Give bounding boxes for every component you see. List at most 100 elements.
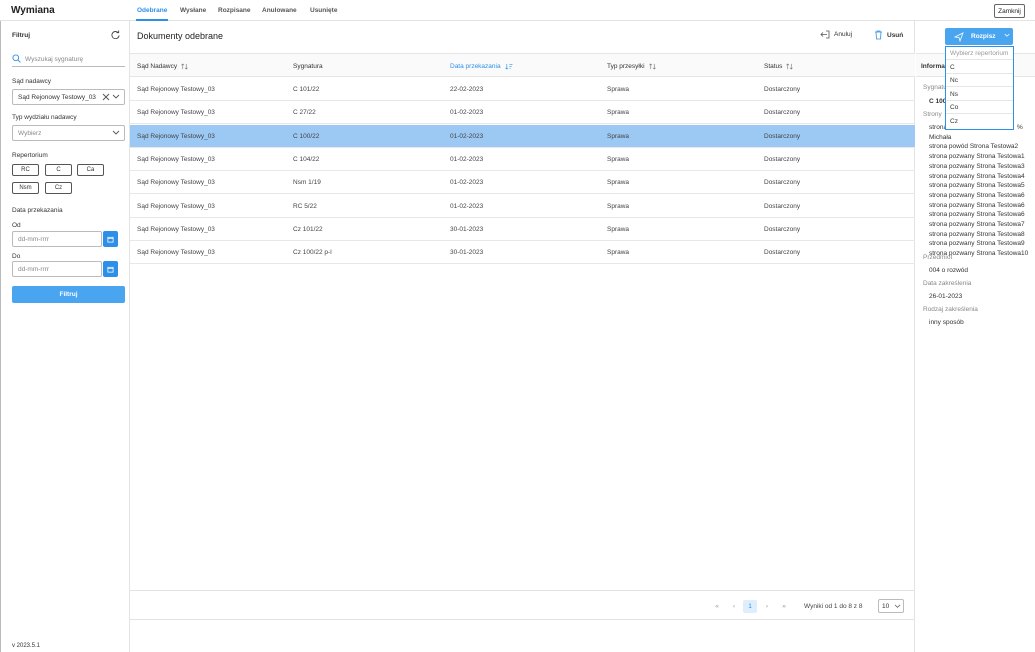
table-row[interactable]: Sąd Rejonowy Testowy_03 C 101/22 22-02-202…	[130, 78, 915, 101]
to-date-input[interactable]: dd-mm-rrrr	[12, 261, 102, 277]
chevron-down-icon	[1004, 33, 1010, 40]
delete-button[interactable]: Usuń	[874, 30, 903, 40]
dropdown-item-cz[interactable]: Cz	[946, 115, 1013, 128]
party-item: strona pozwany Strona Testowa6	[929, 211, 1025, 219]
page-1-button[interactable]: 1	[743, 600, 757, 613]
dropdown-header: Wybierz repertorium	[946, 47, 1013, 60]
info-title: Informa	[921, 63, 945, 70]
filter-title: Filtruj	[12, 32, 31, 39]
column-header-type[interactable]: Typ przesyłki	[607, 63, 656, 70]
tab-wyslane[interactable]: Wysłane	[180, 7, 206, 14]
from-label: Od	[12, 222, 21, 229]
from-calendar-button[interactable]	[103, 231, 118, 247]
party-item: strona pozwany Strona Testowa5	[929, 182, 1025, 190]
clear-icon[interactable]	[102, 93, 110, 103]
table-row[interactable]: Sąd Rejonowy Testowy_03 Cz 101/22 30-01-20…	[130, 218, 915, 241]
table-cell: Dostarczony	[764, 225, 801, 233]
table-cell: Sprawa	[607, 155, 630, 163]
signature-value: C 100	[929, 98, 947, 105]
table-cell: 22-02-2023	[450, 86, 484, 93]
party-item: strona powód Strona Testowa2	[929, 143, 1019, 151]
date-marked-value: 26-01-2023	[929, 293, 963, 300]
to-calendar-button[interactable]	[103, 261, 118, 277]
table-cell: 01-02-2023	[450, 109, 484, 117]
from-date-input[interactable]: dd-mm-rrrr	[12, 231, 102, 247]
table-row[interactable]: Sąd Rejonowy Testowy_03 C 27/22 01-02-2023…	[130, 101, 915, 125]
dept-label: Typ wydziału nadawcy	[12, 114, 77, 121]
party-item: strona pozwany Strona Testowa6	[929, 201, 1025, 209]
table-cell: C 101/22	[293, 86, 320, 93]
court-select[interactable]: Sąd Rejonowy Testowy_03	[12, 89, 125, 105]
table-cell: Sprawa	[607, 179, 630, 187]
party-item: strona pozwany Strona Testowa8	[929, 230, 1025, 238]
search-field[interactable]: Wyszukaj sygnaturę	[12, 53, 125, 67]
prev-page-button[interactable]: ‹	[727, 600, 741, 613]
table-cell: Dostarczony	[764, 132, 801, 140]
dropdown-item-co[interactable]: Co	[946, 101, 1013, 114]
tab-anulowane[interactable]: Anulowane	[262, 7, 297, 14]
column-header-court[interactable]: Sąd Nadawcy	[137, 63, 188, 70]
documents-panel: Dokumenty odebrane Anuluj Usuń Sąd Nadaw…	[130, 21, 915, 652]
tab-rozpisane[interactable]: Rozpisane	[218, 7, 251, 14]
split-label: Rozpisz	[971, 33, 996, 40]
table-row[interactable]: Sąd Rejonowy Testowy_03 Nsm 1/19 01-02-202…	[130, 171, 915, 195]
party-item: strona pozwany Strona Testowa4	[929, 172, 1025, 180]
chip-nsm[interactable]: Nsm	[12, 182, 39, 194]
tab-usuniete[interactable]: Usunięte	[310, 7, 337, 14]
refresh-icon[interactable]	[111, 30, 120, 41]
chip-cz[interactable]: Cz	[45, 182, 72, 194]
from-date-placeholder: dd-mm-rrrr	[18, 235, 50, 243]
chevron-down-icon	[894, 604, 901, 611]
party-suffix: %	[1017, 124, 1023, 131]
table-row[interactable]: Sąd Rejonowy Testowy_03 C 104/22 01-02-202…	[130, 148, 915, 171]
table-cell: Sąd Rejonowy Testowy_03	[137, 179, 215, 187]
column-header-status[interactable]: Status	[764, 63, 794, 70]
table-cell: Dostarczony	[764, 109, 801, 117]
dropdown-item-ns[interactable]: Ns	[946, 88, 1013, 101]
table-cell: 01-02-2023	[450, 179, 484, 187]
dropdown-item-nc[interactable]: Nc	[946, 74, 1013, 87]
close-button[interactable]: Zamknij	[994, 4, 1025, 18]
calendar-icon	[107, 266, 114, 273]
cancel-button[interactable]: Anuluj	[820, 30, 852, 39]
calendar-icon	[107, 236, 114, 243]
parties-label: Strony	[923, 111, 942, 118]
chip-c[interactable]: C	[45, 164, 72, 176]
table-cell: Sąd Rejonowy Testowy_03	[137, 155, 215, 163]
table-cell: Dostarczony	[764, 179, 801, 187]
table-cell: Sprawa	[607, 109, 630, 117]
chip-rc[interactable]: RC	[12, 164, 39, 176]
table-row[interactable]: Sąd Rejonowy Testowy_03 Cz 100/22 p-l 30-0…	[130, 241, 915, 265]
dept-select[interactable]: Wybierz	[12, 125, 125, 141]
table-cell: C 27/22	[293, 109, 316, 117]
last-page-button[interactable]: »	[777, 600, 791, 613]
table-cell: Sprawa	[607, 249, 630, 257]
filter-button[interactable]: Filtruj	[12, 286, 125, 303]
column-header-signature[interactable]: Sygnatura	[293, 63, 323, 70]
table-row[interactable]: Sąd Rejonowy Testowy_03 RC 5/22 01-02-2023…	[130, 195, 915, 218]
to-date-placeholder: dd-mm-rrrr	[18, 265, 50, 273]
court-value: Sąd Rejonowy Testowy_03	[18, 93, 96, 101]
chip-ca[interactable]: Ca	[77, 164, 104, 176]
party-item: Michała	[929, 133, 952, 141]
party-item: strona pozwany Strona Testowa6	[929, 191, 1025, 199]
split-button[interactable]: Rozpisz	[945, 28, 1013, 45]
kind-label: Rodzaj zakreślenia	[923, 306, 978, 313]
sort-desc-icon	[504, 63, 513, 70]
version-label: v 2023.5.1	[12, 643, 41, 649]
table-header: Sąd Nadawcy Sygnatura Data przekazania T…	[130, 53, 915, 77]
tab-odebrane[interactable]: Odebrane	[137, 7, 167, 14]
next-page-button[interactable]: ›	[760, 600, 774, 613]
send-icon	[954, 31, 964, 42]
pagination-bar: « ‹ 1 › » Wyniki od 1 do 8 z 8 10	[130, 590, 915, 620]
results-count: Wyniki od 1 do 8 z 8	[804, 603, 863, 610]
table-cell: 30-01-2023	[450, 249, 484, 257]
table-cell: Cz 100/22 p-l	[293, 249, 332, 257]
page-size-select[interactable]: 10	[878, 599, 904, 613]
table-row[interactable]: Sąd Rejonowy Testowy_03 C 100/22 01-02-202…	[130, 124, 915, 148]
column-header-date[interactable]: Data przekazania	[450, 63, 513, 70]
dropdown-item-c[interactable]: C	[946, 61, 1013, 74]
filter-sidebar: Filtruj Wyszukaj sygnaturę Sąd nadawcy S…	[0, 21, 130, 652]
table-cell: 01-02-2023	[450, 155, 484, 163]
first-page-button[interactable]: «	[710, 600, 724, 613]
